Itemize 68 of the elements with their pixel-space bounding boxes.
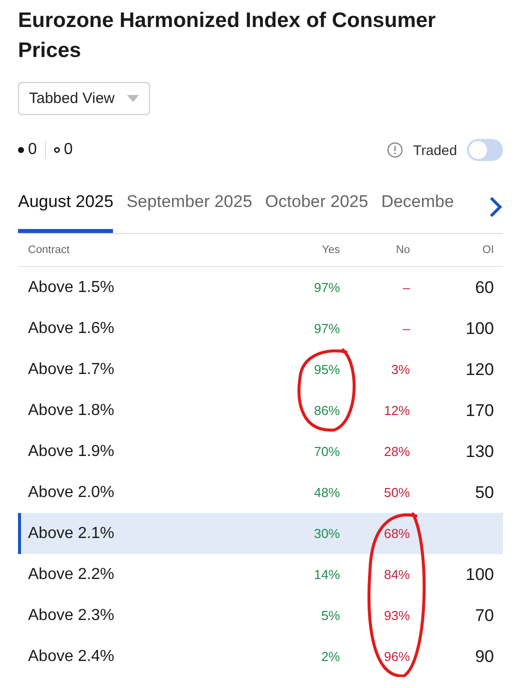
contract-name: Above 2.2%: [28, 566, 116, 584]
no-price: 3%: [391, 362, 410, 377]
table-row[interactable]: Above 1.6% 97% – 100: [18, 308, 503, 349]
contract-name: Above 2.1%: [28, 524, 116, 542]
open-interest: 170: [464, 400, 495, 420]
count-value: 0: [28, 141, 37, 159]
caret-icon: [126, 95, 139, 102]
open-interest: 130: [464, 442, 495, 462]
filled-dot-icon: [18, 147, 24, 153]
page-title: Eurozone Harmonized Index of Consumer Prices: [18, 8, 437, 64]
month-tab[interactable]: October 2025: [265, 187, 368, 233]
info-icon: [387, 142, 404, 158]
open-interest: 60: [474, 278, 495, 298]
yes-price: 97%: [314, 280, 340, 295]
month-tab[interactable]: September 2025: [126, 187, 252, 233]
no-price: 96%: [384, 649, 410, 664]
count-value: 0: [64, 141, 73, 159]
contract-name: Above 1.6%: [28, 320, 116, 338]
selected-row[interactable]: Above 2.1% 30% 68%: [18, 513, 503, 554]
contract-name: Above 2.4%: [28, 648, 116, 666]
table-row[interactable]: Above 2.3% 5% 93% 70: [18, 595, 503, 636]
yes-price: 30%: [314, 526, 340, 541]
traded-toggle[interactable]: [467, 139, 503, 161]
column-header: Yes: [321, 244, 340, 256]
contract-name: Above 1.9%: [28, 442, 116, 460]
yes-price: 86%: [314, 403, 340, 418]
no-price: 50%: [384, 485, 410, 500]
open-interest: 50: [474, 482, 495, 502]
column-header: OI: [481, 244, 495, 256]
no-price: 93%: [384, 608, 410, 623]
column-header: No: [394, 244, 410, 256]
month-tab[interactable]: August 2025: [18, 187, 114, 233]
view-dropdown[interactable]: Tabbed View: [18, 82, 150, 115]
month-tab[interactable]: Decembe: [381, 187, 454, 233]
no-price: 84%: [384, 567, 410, 582]
no-price: –: [402, 321, 410, 336]
traded-label: Traded: [413, 142, 457, 158]
yes-price: 97%: [314, 321, 340, 336]
no-price: –: [402, 280, 410, 295]
open-interest: 100: [464, 564, 495, 584]
column-header: Contract: [28, 244, 71, 256]
contract-name: Above 2.0%: [28, 484, 116, 502]
no-price: 28%: [384, 444, 410, 459]
open-interest: 120: [464, 360, 495, 380]
contract-name: Above 2.3%: [28, 606, 116, 624]
no-price: 12%: [384, 403, 410, 418]
yes-price: 2%: [321, 649, 340, 664]
contract-name: Above 1.7%: [28, 360, 116, 378]
contract-name: Above 1.5%: [28, 278, 116, 296]
no-price: 68%: [384, 526, 410, 541]
open-interest: 70: [474, 606, 495, 626]
yes-price: 95%: [314, 362, 340, 377]
yes-price: 5%: [321, 608, 340, 623]
open-interest: 100: [464, 318, 495, 338]
table-row[interactable]: Above 1.7% 95% 3% 120: [18, 349, 503, 390]
chevron-right-icon: [487, 196, 503, 218]
table-row[interactable]: Above 2.0% 48% 50% 50: [18, 472, 503, 513]
table-row[interactable]: Above 1.9% 70% 28% 130: [18, 431, 503, 472]
table-row[interactable]: Above 2.4% 2% 96% 90: [18, 636, 503, 677]
open-interest: 90: [474, 646, 495, 666]
yes-price: 70%: [314, 444, 340, 459]
contract-name: Above 1.8%: [28, 402, 116, 420]
yes-price: 48%: [314, 485, 340, 500]
table-row[interactable]: Above 2.2% 14% 84% 100: [18, 554, 503, 595]
table-row[interactable]: Above 1.8% 86% 12% 170: [18, 390, 503, 431]
yes-price: 14%: [314, 567, 340, 582]
table-row[interactable]: Above 1.5% 97% – 60: [18, 267, 503, 308]
hollow-dot-icon: [54, 147, 60, 153]
